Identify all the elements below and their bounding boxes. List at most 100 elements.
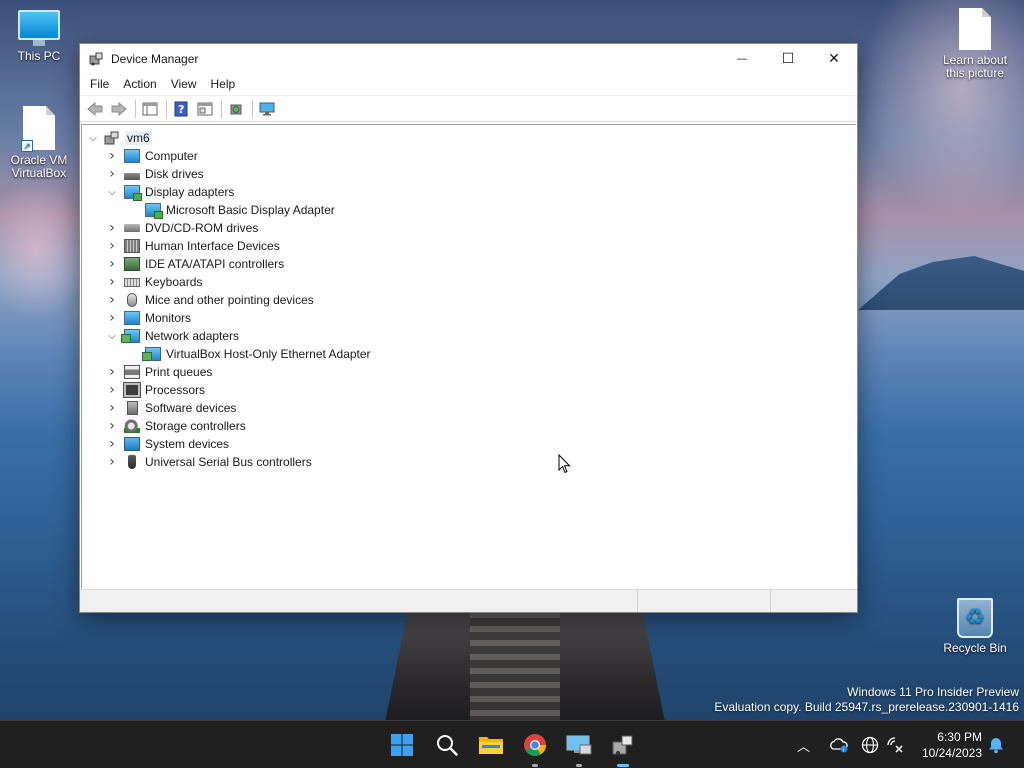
menu-action[interactable]: Action [117,75,162,93]
tree-category-row[interactable]: › IDE ATA/ATAPI controllers [82,255,856,273]
help-button[interactable]: ? [170,99,192,119]
tree-category-row[interactable]: › Human Interface Devices [82,237,856,255]
status-cell [771,590,857,612]
device-manager-window[interactable]: Device Manager — ☐ ✕ File Action View He… [79,43,858,613]
chevron-up-icon: ︿ [797,739,811,755]
tree-category-row[interactable]: › Software devices [82,399,856,417]
chevron-right-icon[interactable]: › [105,292,119,308]
device-manager-taskbar-button[interactable] [607,729,639,767]
chevron-right-icon[interactable]: › [105,310,119,326]
forward-button[interactable] [108,99,130,119]
desktop-icon-this-pc[interactable]: This PC [3,10,75,63]
network-status-button[interactable] [886,721,904,768]
tree-item-label: Processors [145,383,206,397]
tree-item-label: Storage controllers [145,419,246,433]
maximize-button[interactable]: ☐ [765,44,811,73]
device-tree[interactable]: ⌵ vm6 › Computer › Disk drives ⌵ Display adap… [81,124,856,589]
chevron-right-icon[interactable]: › [105,274,119,290]
chevron-right-icon[interactable]: › [105,256,119,272]
clock[interactable]: 6:30 PM 10/24/2023 [922,729,982,761]
chevron-down-icon[interactable]: ⌵ [105,329,119,343]
tree-item-label: Software devices [145,401,237,415]
menu-view[interactable]: View [165,75,203,93]
device-manager-icon [612,735,633,755]
clock-time: 6:30 PM [937,730,982,744]
maximize-icon: ☐ [781,50,795,67]
language-network-button[interactable] [861,721,879,768]
tree-category-row[interactable]: › DVD/CD-ROM drives [82,219,856,237]
chevron-right-icon[interactable]: › [105,400,119,416]
tree-item-label: Monitors [145,311,192,325]
tree-category-row[interactable]: ⌵ Network adapters [82,327,856,345]
chrome-button[interactable] [519,729,551,767]
chevron-down-icon[interactable]: ⌵ [105,185,119,199]
show-hide-console-tree-button[interactable] [139,99,161,119]
toolbar-separator [166,99,167,118]
tree-root[interactable]: ⌵ vm6 [82,129,856,147]
display-adapter-icon [124,185,142,201]
onedrive-button[interactable]: i [829,721,849,768]
properties-button[interactable] [194,99,216,119]
chevron-down-icon[interactable]: ⌵ [86,131,100,145]
title-bar[interactable]: Device Manager — ☐ ✕ [80,44,857,73]
start-button[interactable] [386,729,418,761]
menu-file[interactable]: File [84,75,115,93]
search-button[interactable] [431,729,463,761]
tree-device-row[interactable]: Microsoft Basic Display Adapter [82,201,856,219]
remote-desktop-button[interactable] [563,729,595,767]
toolbar-separator [221,99,222,118]
desktop-icon-label: Learn about this picture [942,53,1008,80]
monitor-button[interactable] [256,99,278,119]
desktop-icon-recycle-bin[interactable]: ♻ Recycle Bin [939,598,1011,655]
file-explorer-button[interactable] [475,729,507,761]
tree-item-label: DVD/CD-ROM drives [145,221,259,235]
system-device-icon [124,437,140,451]
desktop-icon-learn-about-picture[interactable]: Learn about this picture [939,8,1011,80]
tree-category-row[interactable]: › Disk drives [82,165,856,183]
software-device-icon [127,401,138,415]
tree-item-label: Computer [145,149,198,163]
tree-category-row[interactable]: › Universal Serial Bus controllers [82,453,856,471]
chevron-right-icon[interactable]: › [105,436,119,452]
close-button[interactable]: ✕ [811,44,857,73]
watermark-line-2: Evaluation copy. Build 25947.rs_prerelea… [714,700,1019,714]
tree-category-row[interactable]: › System devices [82,435,856,453]
show-hidden-icons-button[interactable]: ︿ [797,721,810,768]
status-cell [638,590,771,612]
chrome-icon [524,734,546,756]
tree-category-row[interactable]: › Mice and other pointing devices [82,291,856,309]
tree-device-row[interactable]: VirtualBox Host-Only Ethernet Adapter [82,345,856,363]
tree-category-row[interactable]: › Print queues [82,363,856,381]
chevron-right-icon[interactable]: › [105,364,119,380]
toolbar-separator [252,99,253,118]
back-button[interactable] [84,99,106,119]
chevron-right-icon[interactable]: › [105,238,119,254]
chevron-right-icon[interactable]: › [105,382,119,398]
minimize-button[interactable]: — [719,44,765,73]
tree-category-row[interactable]: › Keyboards [82,273,856,291]
chevron-right-icon[interactable]: › [105,148,119,164]
tree-category-row[interactable]: › Computer [82,147,856,165]
tree-category-row[interactable]: › Processors [82,381,856,399]
this-pc-icon [18,10,60,46]
network-adapter-icon [121,329,140,343]
monitor-icon [124,311,140,325]
chevron-right-icon[interactable]: › [105,418,119,434]
menu-help[interactable]: Help [205,75,242,93]
chevron-right-icon[interactable]: › [105,220,119,236]
desktop-icon-virtualbox[interactable]: ↗ Oracle VM VirtualBox [3,106,75,180]
tree-category-row[interactable]: ⌵ Display adapters [82,183,856,201]
shortcut-arrow-icon: ↗ [21,140,33,152]
wallpaper-mountain [858,256,1024,310]
notifications-button[interactable] [987,721,1005,768]
network-disconnected-icon [887,737,903,753]
scan-hardware-button[interactable] [225,99,247,119]
chevron-right-icon[interactable]: › [105,454,119,470]
clock-date: 10/24/2023 [921,746,982,760]
mouse-cursor-icon [558,454,571,474]
evaluation-watermark: Windows 11 Pro Insider Preview Evaluatio… [714,685,1019,715]
tree-category-row[interactable]: › Storage controllers [82,417,856,435]
tree-category-row[interactable]: › Monitors [82,309,856,327]
chevron-right-icon[interactable]: › [105,166,119,182]
wallpaper-pier-boards [470,612,560,722]
